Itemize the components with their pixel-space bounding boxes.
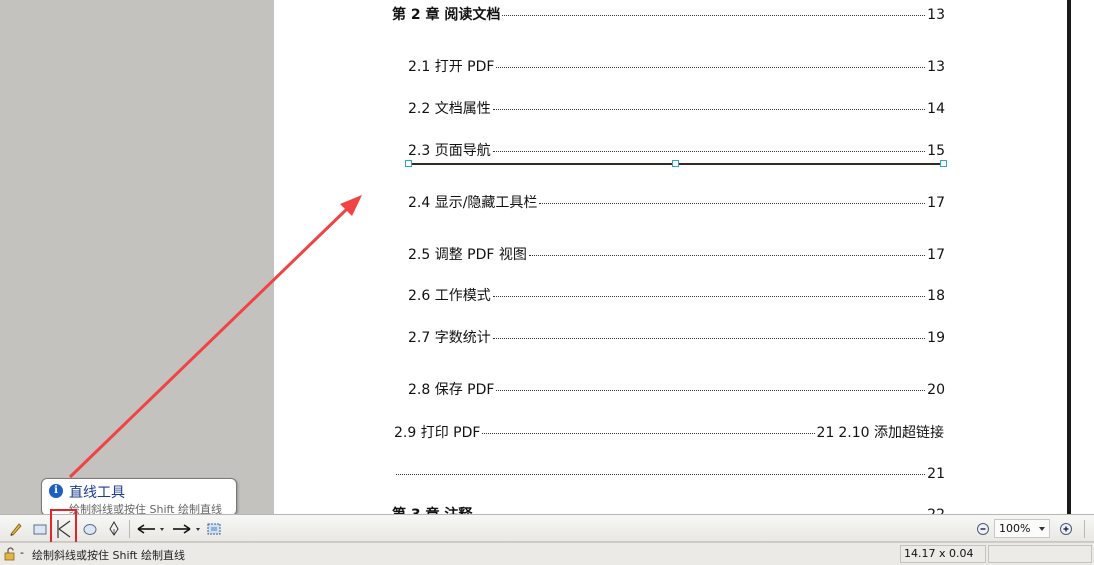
toc-page: 17	[927, 195, 945, 211]
tooltip-title: 直线工具	[69, 485, 125, 501]
toc-page: 22	[927, 506, 945, 514]
status-field-empty	[988, 545, 1092, 563]
toc-page: 17	[927, 247, 945, 263]
toc-leader	[396, 474, 926, 475]
toc-leader	[492, 151, 926, 152]
ellipse-tool-button[interactable]	[79, 518, 101, 540]
line-start-handle[interactable]	[405, 160, 412, 167]
toc-leader	[492, 338, 926, 339]
pen-icon	[109, 521, 119, 536]
line-tool-highlight	[50, 509, 77, 545]
toc-page: 13	[927, 59, 945, 75]
rectangle-tool-button[interactable]	[29, 518, 51, 540]
toc-page: 21	[816, 425, 835, 441]
arrow-right-icon	[173, 524, 200, 534]
chevron-down-icon	[160, 528, 164, 531]
toc-page: 15	[927, 143, 945, 159]
toc-title: 2.3 页面导航	[408, 143, 491, 159]
pencil-icon	[10, 523, 22, 536]
chevron-down-icon	[1039, 527, 1045, 531]
toc-page: 14	[927, 101, 945, 117]
toc-row-2-5[interactable]: 2.5 调整 PDF 视图 17	[408, 246, 945, 264]
document-workspace[interactable]: 第 2 章 阅读文档 13 2.1 打开 PDF 13 2.2 文档属性 14 …	[0, 0, 1094, 514]
unlock-icon[interactable]	[3, 547, 17, 561]
toc-row-2-1[interactable]: 2.1 打开 PDF 13	[408, 58, 945, 76]
zoom-out-button[interactable]	[972, 518, 994, 540]
toc-title: 2.5 调整 PDF 视图	[408, 247, 527, 263]
toolbar-separator	[1084, 520, 1085, 538]
toc-title: 第 2 章 阅读文档	[392, 7, 501, 23]
zoom-in-icon	[1060, 523, 1072, 535]
toc-row-2-8[interactable]: 2.8 保存 PDF 20	[408, 381, 945, 399]
toc-page: 19	[927, 330, 945, 346]
toc-page: 18	[927, 288, 945, 304]
toc-title: 2.4 显示/隐藏工具栏	[408, 195, 538, 211]
zoom-level-select[interactable]: 100%	[994, 519, 1050, 538]
rectangle-icon	[33, 524, 47, 535]
next-page-strip	[1071, 0, 1094, 514]
toc-leader	[528, 255, 926, 256]
line-end-handle[interactable]	[940, 160, 947, 167]
toc-row-2-6[interactable]: 2.6 工作模式 18	[408, 287, 945, 305]
status-separator: -	[20, 546, 24, 559]
toc-leader	[492, 109, 926, 110]
toc-title: 2.1 打开 PDF	[408, 59, 495, 75]
toc-leader	[496, 390, 926, 391]
toc-leader	[502, 15, 926, 16]
arrow-left-icon	[137, 524, 164, 534]
toc-leader	[539, 203, 926, 204]
toc-page: 20	[927, 382, 945, 398]
arrow-start-dropdown[interactable]	[134, 518, 166, 540]
toc-title: 2.2 文档属性	[408, 101, 491, 117]
dimension-value: 14.17 x 0.04 cm	[904, 547, 974, 565]
toc-title: 2.8 保存 PDF	[408, 382, 495, 398]
toc-row-chapter-3[interactable]: 第 3 章 注释 22	[392, 506, 945, 514]
chevron-down-icon	[196, 528, 200, 531]
line-mid-handle[interactable]	[672, 160, 679, 167]
toc-leader	[492, 296, 926, 297]
toc-page: 21	[927, 466, 945, 482]
arrow-end-dropdown[interactable]	[170, 518, 202, 540]
drawing-toolbar: 100%	[0, 514, 1094, 542]
toc-row-2-7[interactable]: 2.7 字数统计 19	[408, 329, 945, 347]
toc-row-2-10-cont[interactable]: 21	[394, 465, 945, 483]
toolbar-separator	[129, 520, 130, 538]
pen-tool-button[interactable]	[103, 518, 125, 540]
toc-title: 2.6 工作模式	[408, 288, 491, 304]
toc-row-2-2[interactable]: 2.2 文档属性 14	[408, 100, 945, 118]
ellipse-icon	[83, 524, 97, 535]
toc-row-2-4[interactable]: 2.4 显示/隐藏工具栏 17	[408, 194, 945, 212]
status-bar: - 绘制斜线或按住 Shift 绘制直线 14.17 x 0.04 cm	[0, 542, 1094, 565]
toc-title: 2.9 打印 PDF	[394, 425, 481, 441]
toc-page: 13	[927, 7, 945, 23]
toc-title-continued: 2.10 添加超链接	[838, 425, 944, 441]
toc-row-2-9[interactable]: 2.9 打印 PDF 21 2.10 添加超链接	[394, 424, 944, 442]
pdf-page[interactable]: 第 2 章 阅读文档 13 2.1 打开 PDF 13 2.2 文档属性 14 …	[274, 0, 1067, 514]
info-icon: i	[49, 484, 63, 498]
area-select-icon	[207, 523, 221, 535]
area-select-button[interactable]	[203, 518, 225, 540]
zoom-out-icon	[977, 523, 989, 535]
toc-title: 2.7 字数统计	[408, 330, 491, 346]
toc-leader	[482, 433, 815, 434]
toc-title: 第 3 章 注释	[392, 506, 472, 514]
toc-row-chapter-2[interactable]: 第 2 章 阅读文档 13	[392, 6, 945, 24]
toc-leader	[496, 67, 926, 68]
toc-row-2-3[interactable]: 2.3 页面导航 15	[408, 142, 945, 160]
status-message: 绘制斜线或按住 Shift 绘制直线	[32, 549, 185, 562]
dimension-readout: 14.17 x 0.04 cm	[900, 545, 986, 565]
pencil-tool-button[interactable]	[5, 518, 27, 540]
zoom-level-value: 100%	[999, 522, 1031, 535]
zoom-in-button[interactable]	[1055, 518, 1077, 540]
